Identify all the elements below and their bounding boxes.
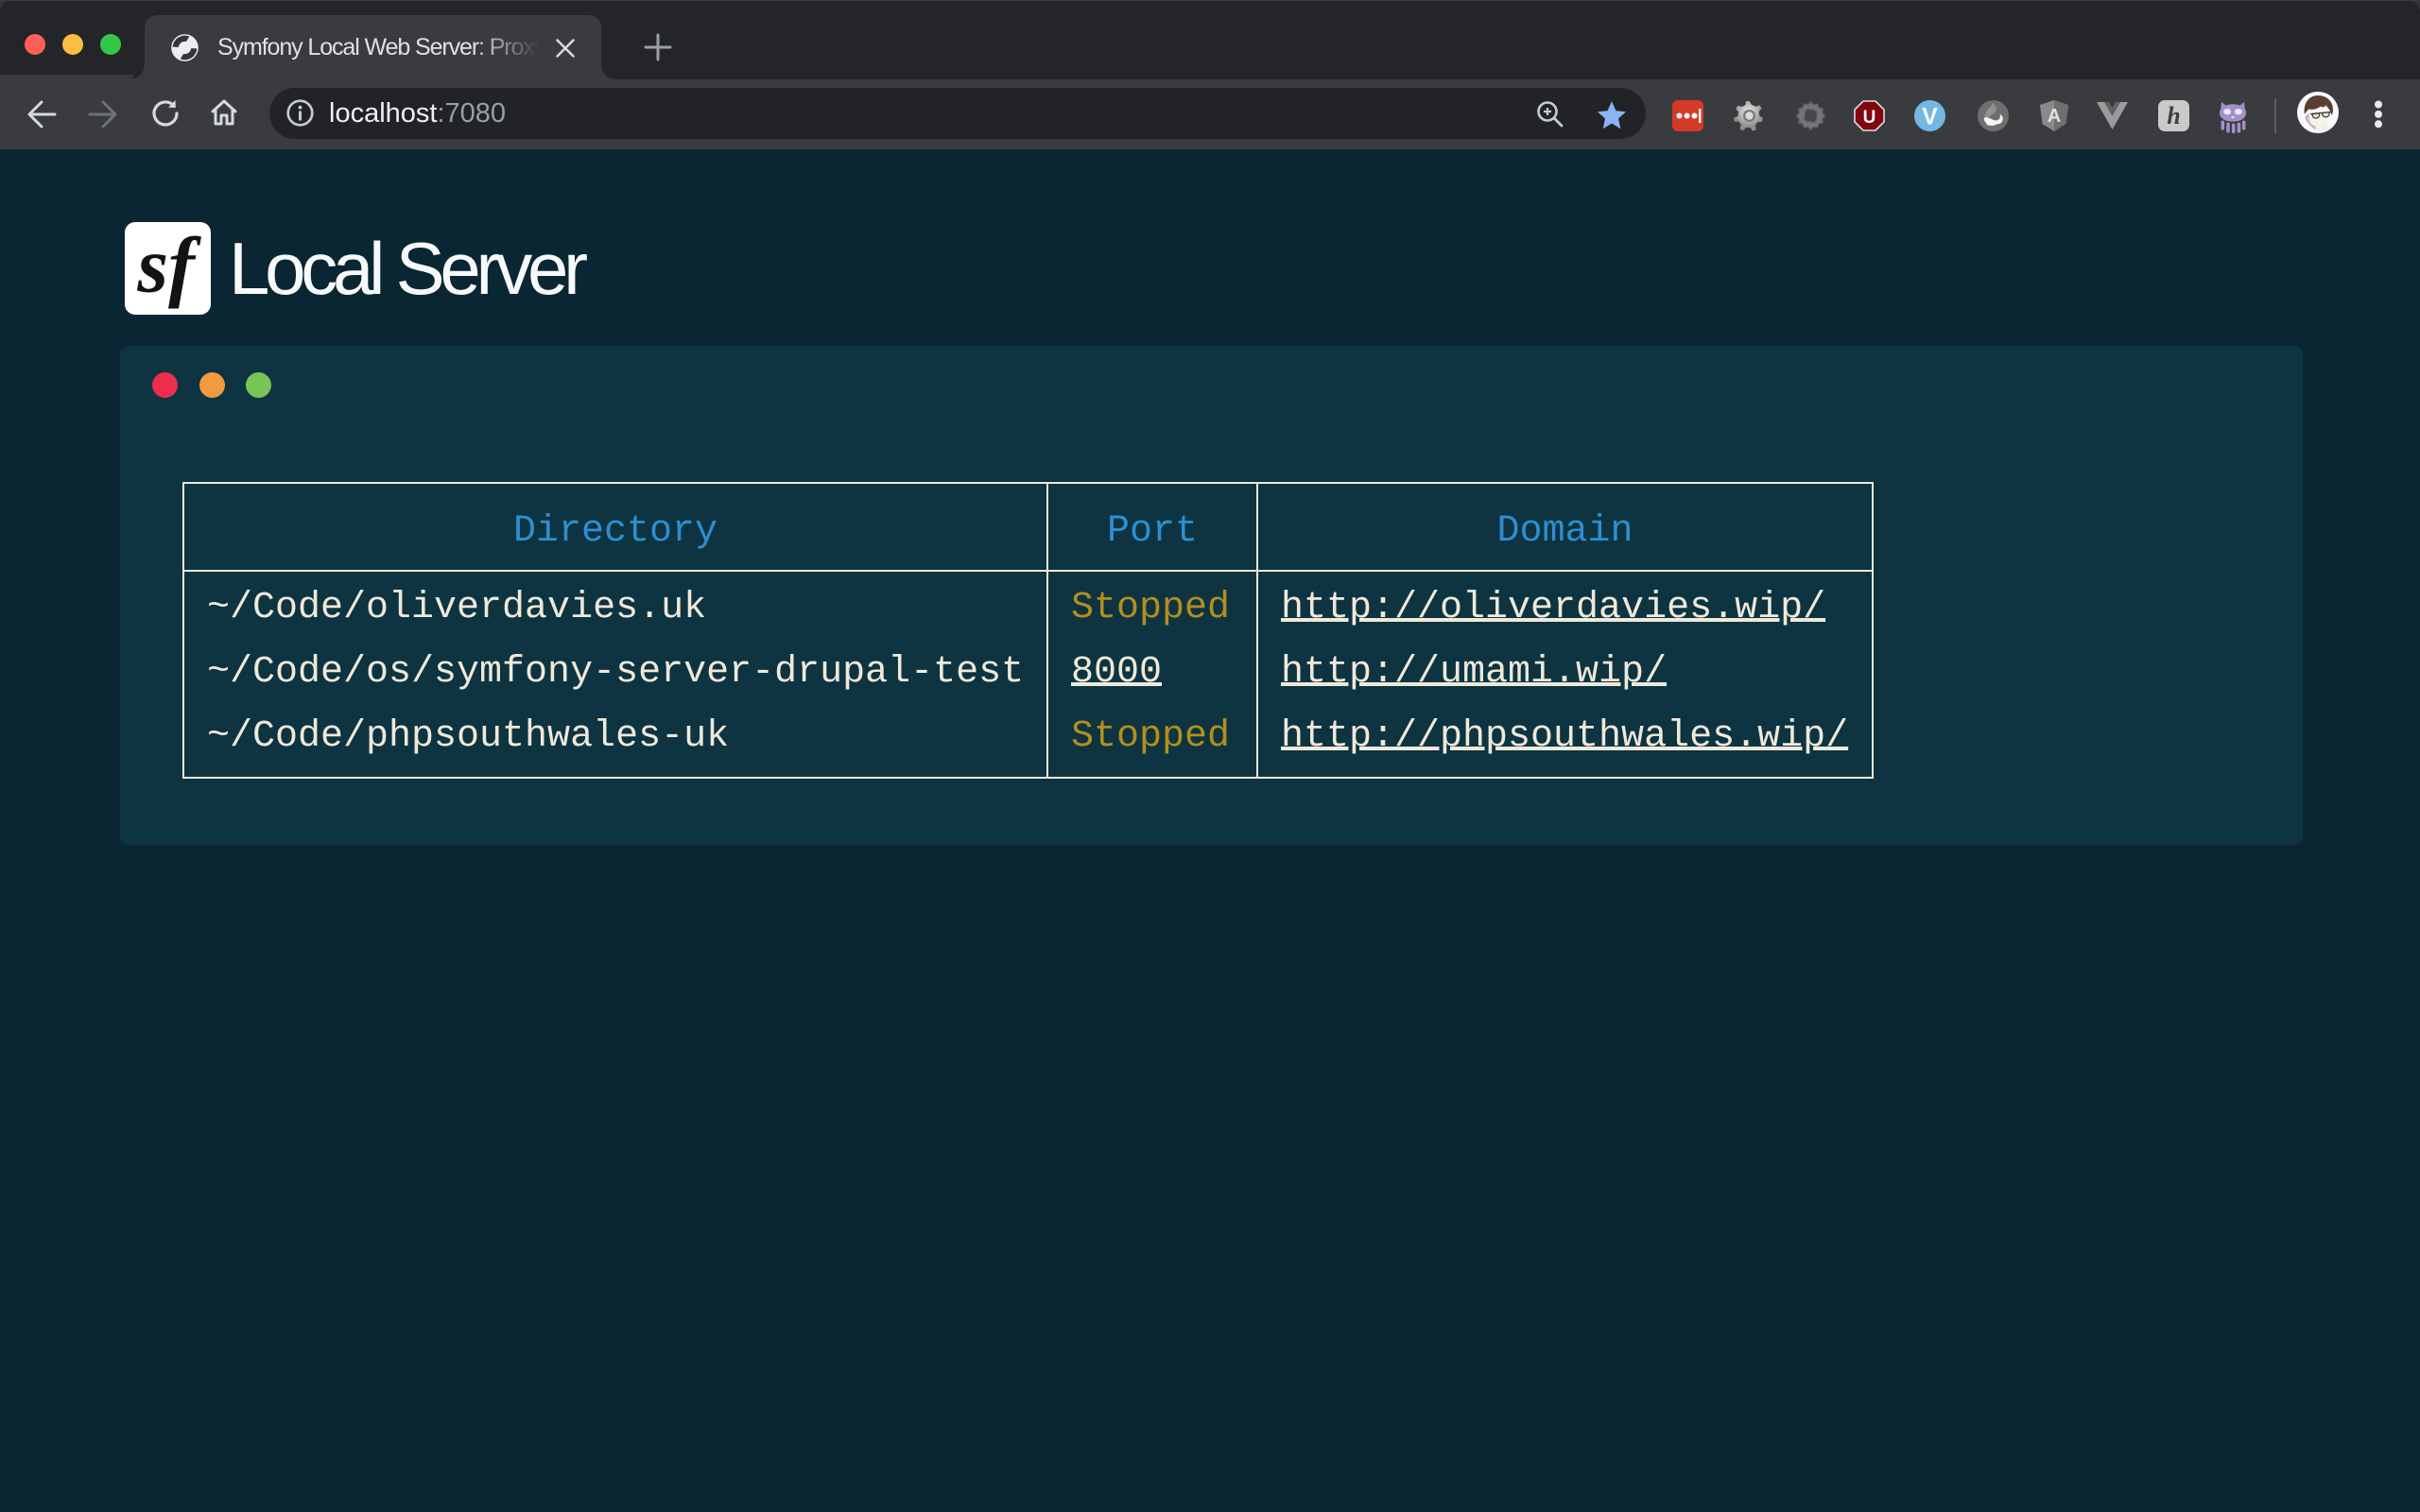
svg-text:V: V <box>1922 104 1938 130</box>
svg-text:A: A <box>2048 106 2061 127</box>
svg-text:U: U <box>1863 108 1876 128</box>
svg-text:h: h <box>2167 102 2180 129</box>
